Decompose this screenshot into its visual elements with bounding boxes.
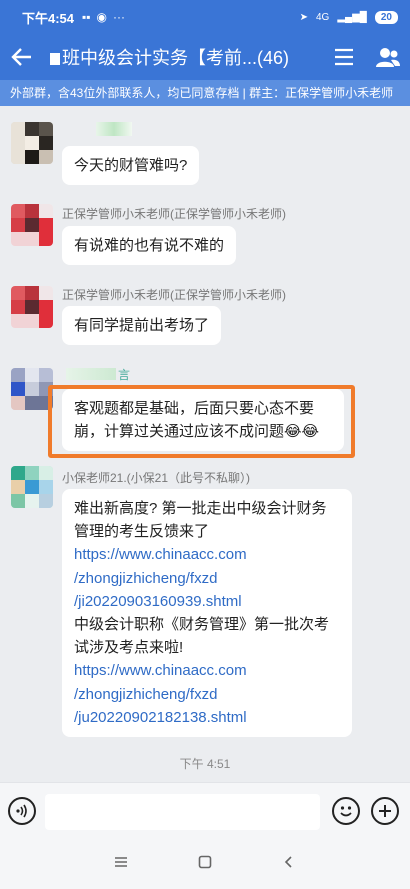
chat-icon: ◉ xyxy=(96,10,108,24)
status-right: ➤ 4G ▂▄▆█ 20 xyxy=(299,10,398,24)
message-bubble: 有同学提前出考场了 xyxy=(62,306,222,345)
square-home-icon xyxy=(198,855,212,869)
recent-apps-button[interactable] xyxy=(114,853,128,874)
battery-level: 20 xyxy=(374,10,398,24)
emoji-button[interactable] xyxy=(332,797,360,825)
link-line[interactable]: /ji20220903160939.shtml xyxy=(74,590,340,613)
message-line: 中级会计职称《财务管理》第一批次考 xyxy=(74,616,330,634)
avatar[interactable] xyxy=(11,368,53,410)
title-redaction xyxy=(50,53,60,66)
chevron-left-icon xyxy=(284,856,292,868)
sender-name: 正保学管师小禾老师(正保学管师小禾老师) xyxy=(62,207,286,221)
location-icon: ➤ xyxy=(299,11,308,23)
avatar[interactable] xyxy=(11,466,53,508)
message-bubble: 难出新高度? 第一批走出中级会计财务 管理的考生反馈来了 https://www… xyxy=(62,489,352,738)
message-line: 管理的考生反馈来了 xyxy=(74,523,210,541)
message-line: 难出新高度? 第一批走出中级会计财务 xyxy=(74,500,327,517)
sender-name: 小保老师21.(小保21（此号不私聊）) xyxy=(62,471,251,485)
message-bubble: 今天的财管难吗? xyxy=(62,146,200,185)
link-line[interactable]: /zhongjizhicheng/fxzd xyxy=(74,567,340,590)
voice-icon xyxy=(16,804,27,818)
voice-button[interactable] xyxy=(8,797,36,825)
group-notice: 外部群，含43位外部联系人，均已同意存档 | 群主：正保学管师小禾老师 xyxy=(0,80,410,106)
plus-icon xyxy=(379,805,391,817)
link-line[interactable]: https://www.chinaacc.com xyxy=(74,543,340,566)
chat-title-text: 班中级会计实务【考前...(46) xyxy=(62,48,290,68)
avatar[interactable] xyxy=(11,204,53,246)
menu-lines-icon xyxy=(115,857,127,867)
message-bubble: 有说难的也有说不难的 xyxy=(62,226,237,265)
arrow-left-icon xyxy=(11,48,31,66)
more-actions-button[interactable] xyxy=(371,797,399,825)
system-back-button[interactable] xyxy=(282,853,296,874)
signal-label: 4G xyxy=(315,11,330,23)
title-bar: 班中级会计实务【考前...(46) xyxy=(0,34,410,80)
link-line[interactable]: /ju20220902182138.shtml xyxy=(74,706,340,729)
avatar[interactable] xyxy=(11,122,53,164)
link-line[interactable]: https://www.chinaacc.com xyxy=(74,659,340,682)
orange-highlight-box xyxy=(48,385,355,458)
chat-title: 班中级会计实务【考前...(46) xyxy=(44,44,322,70)
home-button[interactable] xyxy=(198,853,212,874)
notification-icons: ▪▪ ◉ ··· xyxy=(82,10,125,24)
message-icon: ▪▪ xyxy=(82,10,91,24)
signal-icon: ▂▄▆█ xyxy=(337,11,367,23)
input-bar xyxy=(0,782,410,838)
members-button[interactable] xyxy=(366,34,410,80)
menu-icon xyxy=(335,48,353,66)
link-line[interactable]: /zhongjizhicheng/fxzd xyxy=(74,683,340,706)
back-button[interactable] xyxy=(0,34,44,80)
sender-redaction xyxy=(96,122,132,136)
message-line: 试涉及考点来啦! xyxy=(74,639,184,657)
sender-name: 言 xyxy=(118,368,131,382)
sender-name: 正保学管师小禾老师(正保学管师小禾老师) xyxy=(62,288,286,302)
system-nav-bar xyxy=(0,838,410,889)
status-time: 下午4:54 xyxy=(22,10,75,26)
message-timestamp: 下午 4:51 xyxy=(179,757,231,771)
menu-button[interactable] xyxy=(322,34,366,80)
message-input[interactable] xyxy=(45,794,320,830)
article-link-2[interactable]: https://www.chinaacc.com /zhongjizhichen… xyxy=(74,659,340,729)
people-icon xyxy=(376,48,400,67)
status-bar: 下午4:54 ▪▪ ◉ ··· ➤ 4G ▂▄▆█ 20 xyxy=(0,0,410,34)
sender-redaction xyxy=(66,368,116,380)
smiley-icon xyxy=(340,806,352,817)
more-icon: ··· xyxy=(113,10,126,24)
article-link-1[interactable]: https://www.chinaacc.com /zhongjizhichen… xyxy=(74,543,340,613)
avatar[interactable] xyxy=(11,286,53,328)
